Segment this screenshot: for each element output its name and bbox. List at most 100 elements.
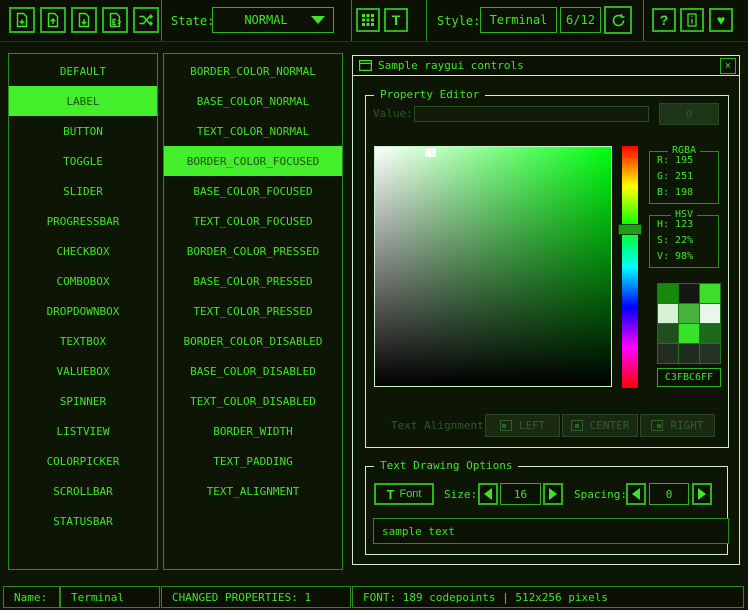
hex-color-field[interactable]: C3FBC6FF <box>657 368 721 387</box>
text-alignment-label: Text Alignment: <box>391 419 490 432</box>
sample-text-box[interactable]: sample text <box>373 518 729 544</box>
list-item-combobox[interactable]: COMBOBOX <box>9 266 157 296</box>
shuffle-icon <box>138 12 154 28</box>
hue-bar[interactable] <box>622 146 638 388</box>
window-icon <box>359 60 372 71</box>
help-button[interactable]: ? <box>652 8 676 32</box>
question-icon: ? <box>660 12 669 28</box>
spacing-value-box[interactable]: 0 <box>649 483 689 505</box>
list-item-border_width[interactable]: BORDER_WIDTH <box>164 416 342 446</box>
close-button[interactable]: × <box>720 58 736 74</box>
font-button[interactable]: T Font <box>374 483 434 505</box>
status-changed-properties: CHANGED PROPERTIES: 1 <box>161 586 351 608</box>
list-item-slider[interactable]: SLIDER <box>9 176 157 206</box>
list-item-border_color_pressed[interactable]: BORDER_COLOR_PRESSED <box>164 236 342 266</box>
list-item-listview[interactable]: LISTVIEW <box>9 416 157 446</box>
hsv-value: V: 98% <box>650 249 718 264</box>
new-file-button[interactable] <box>9 7 35 33</box>
palette-swatch[interactable] <box>679 304 699 323</box>
list-item-colorpicker[interactable]: COLORPICKER <box>9 446 157 476</box>
arrow-right-icon <box>698 488 706 500</box>
random-style-button[interactable] <box>133 7 159 33</box>
value-label: Value: <box>373 107 413 120</box>
hsv-saturation: S: 22% <box>650 233 718 248</box>
list-item-scrollbar[interactable]: SCROLLBAR <box>9 476 157 506</box>
size-value-box[interactable]: 16 <box>500 483 541 505</box>
palette-swatch[interactable] <box>679 324 699 343</box>
list-item-border_color_normal[interactable]: BORDER_COLOR_NORMAL <box>164 56 342 86</box>
status-style-name: Terminal <box>60 586 160 608</box>
state-label: State: <box>171 0 214 41</box>
palette-swatch[interactable] <box>700 324 720 343</box>
window-title: Sample raygui controls <box>378 59 524 72</box>
list-item-spinner[interactable]: SPINNER <box>9 386 157 416</box>
size-increase-button[interactable] <box>543 483 563 505</box>
palette-swatch[interactable] <box>679 344 699 363</box>
list-item-label[interactable]: LABEL <box>9 86 157 116</box>
new-file-icon <box>14 12 30 28</box>
grid-view-button[interactable] <box>356 8 380 32</box>
spacing-value: 0 <box>666 488 673 501</box>
heart-icon: ♥ <box>717 13 725 27</box>
list-item-progressbar[interactable]: PROGRESSBAR <box>9 206 157 236</box>
hsv-title: HSV <box>671 209 697 220</box>
list-item-text_color_disabled[interactable]: TEXT_COLOR_DISABLED <box>164 386 342 416</box>
list-item-border_color_disabled[interactable]: BORDER_COLOR_DISABLED <box>164 326 342 356</box>
palette-swatch[interactable] <box>658 324 678 343</box>
export-file-button[interactable] <box>102 7 128 33</box>
list-item-checkbox[interactable]: CHECKBOX <box>9 236 157 266</box>
list-item-button[interactable]: BUTTON <box>9 116 157 146</box>
list-item-default[interactable]: DEFAULT <box>9 56 157 86</box>
list-item-text_color_focused[interactable]: TEXT_COLOR_FOCUSED <box>164 206 342 236</box>
list-item-base_color_focused[interactable]: BASE_COLOR_FOCUSED <box>164 176 342 206</box>
window-titlebar[interactable]: Sample raygui controls × <box>353 56 739 76</box>
rgba-title: RGBA <box>668 145 700 156</box>
spacing-increase-button[interactable] <box>692 483 712 505</box>
align-left-button[interactable]: LEFT <box>485 414 560 437</box>
palette-swatch[interactable] <box>700 284 720 303</box>
palette-swatch[interactable] <box>658 344 678 363</box>
font-atlas-button[interactable]: T <box>384 8 408 32</box>
size-decrease-button[interactable] <box>478 483 498 505</box>
palette-swatch[interactable] <box>658 284 678 303</box>
list-item-text_color_normal[interactable]: TEXT_COLOR_NORMAL <box>164 116 342 146</box>
list-item-base_color_normal[interactable]: BASE_COLOR_NORMAL <box>164 86 342 116</box>
palette-swatch[interactable] <box>658 304 678 323</box>
spacing-decrease-button[interactable] <box>626 483 646 505</box>
list-item-text_color_pressed[interactable]: TEXT_COLOR_PRESSED <box>164 296 342 326</box>
align-right-button[interactable]: RIGHT <box>640 414 715 437</box>
align-left-label: LEFT <box>519 419 546 432</box>
list-item-base_color_pressed[interactable]: BASE_COLOR_PRESSED <box>164 266 342 296</box>
open-file-button[interactable] <box>40 7 66 33</box>
list-item-base_color_disabled[interactable]: BASE_COLOR_DISABLED <box>164 356 342 386</box>
color-picker-panel[interactable] <box>374 146 612 387</box>
reload-icon <box>611 13 626 28</box>
font-button-label: Font <box>399 488 421 500</box>
color-picker-cursor[interactable] <box>425 148 436 157</box>
state-dropdown[interactable]: NORMAL <box>212 7 334 33</box>
style-name-button[interactable]: Terminal <box>480 7 557 33</box>
reload-style-button[interactable] <box>604 6 632 34</box>
style-name: Terminal <box>490 13 548 27</box>
arrow-right-icon <box>549 488 557 500</box>
save-file-button[interactable] <box>71 7 97 33</box>
list-item-toggle[interactable]: TOGGLE <box>9 146 157 176</box>
list-item-dropdownbox[interactable]: DROPDOWNBOX <box>9 296 157 326</box>
list-item-border_color_focused[interactable]: BORDER_COLOR_FOCUSED <box>164 146 342 176</box>
list-item-textbox[interactable]: TEXTBOX <box>9 326 157 356</box>
palette-swatch[interactable] <box>700 304 720 323</box>
list-item-valuebox[interactable]: VALUEBOX <box>9 356 157 386</box>
value-box[interactable]: 0 <box>659 103 719 125</box>
style-index-button[interactable]: 6/12 <box>560 7 601 33</box>
align-center-button[interactable]: CENTER <box>562 414 638 437</box>
list-item-text_alignment[interactable]: TEXT_ALIGNMENT <box>164 476 342 506</box>
hue-handle[interactable] <box>618 224 642 235</box>
sponsor-button[interactable]: ♥ <box>709 8 733 32</box>
list-item-text_padding[interactable]: TEXT_PADDING <box>164 446 342 476</box>
palette-swatch[interactable] <box>700 344 720 363</box>
value-slider[interactable] <box>414 106 649 122</box>
list-item-statusbar[interactable]: STATUSBAR <box>9 506 157 536</box>
palette-swatch[interactable] <box>679 284 699 303</box>
size-value: 16 <box>514 488 527 501</box>
info-button[interactable] <box>680 8 704 32</box>
